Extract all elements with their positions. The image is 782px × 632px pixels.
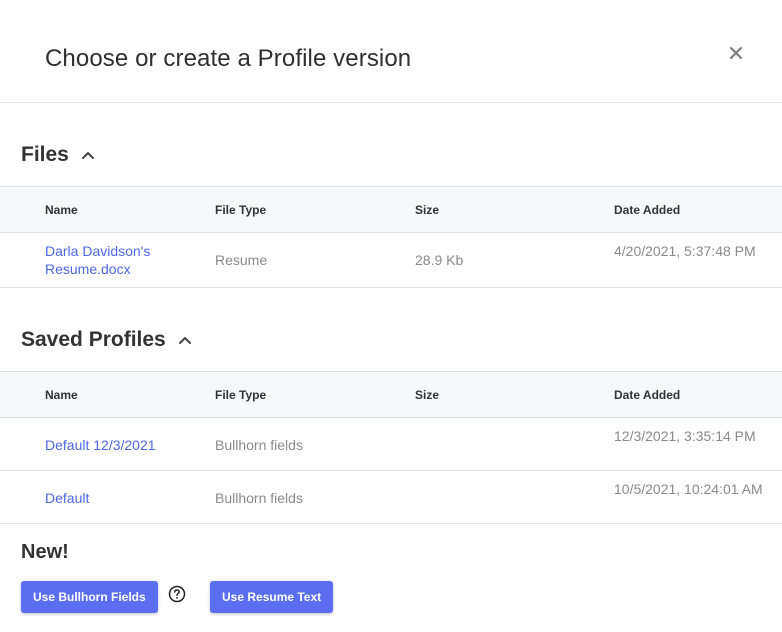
column-header-date-added[interactable]: Date Added bbox=[614, 203, 764, 217]
table-row[interactable]: Default 12/3/2021 Bullhorn fields 12/3/2… bbox=[0, 418, 782, 471]
modal-header: Choose or create a Profile version bbox=[0, 0, 782, 103]
profile-type-cell: Bullhorn fields bbox=[215, 437, 303, 453]
profile-date-cell: 12/3/2021, 3:35:14 PM bbox=[614, 428, 756, 444]
saved-profiles-section-toggle[interactable]: Saved Profiles bbox=[21, 328, 192, 352]
files-table: Name File Type Size Date Added Darla Dav… bbox=[0, 186, 782, 288]
saved-profiles-table-header: Name File Type Size Date Added bbox=[0, 371, 782, 418]
use-resume-text-button[interactable]: Use Resume Text bbox=[210, 581, 334, 613]
help-circle-icon[interactable] bbox=[168, 585, 186, 603]
modal-title: Choose or create a Profile version bbox=[45, 45, 412, 72]
column-header-name[interactable]: Name bbox=[45, 203, 78, 217]
saved-profiles-section-title: Saved Profiles bbox=[21, 328, 166, 351]
column-header-file-type[interactable]: File Type bbox=[215, 203, 266, 217]
column-header-date-added[interactable]: Date Added bbox=[614, 388, 764, 402]
column-header-size[interactable]: Size bbox=[415, 388, 439, 402]
profile-name-link[interactable]: Default bbox=[45, 489, 89, 507]
files-section-toggle[interactable]: Files bbox=[21, 143, 95, 167]
file-date-cell: 4/20/2021, 5:37:48 PM bbox=[614, 243, 756, 259]
table-row[interactable]: Default Bullhorn fields 10/5/2021, 10:24… bbox=[0, 471, 782, 524]
profile-version-modal: Choose or create a Profile version Files… bbox=[0, 0, 782, 632]
table-row[interactable]: Darla Davidson's Resume.docx Resume 28.9… bbox=[0, 233, 782, 288]
chevron-up-icon bbox=[81, 152, 94, 159]
new-section-title: New! bbox=[21, 541, 69, 563]
use-bullhorn-fields-button[interactable]: Use Bullhorn Fields bbox=[21, 581, 158, 613]
file-size-cell: 28.9 Kb bbox=[415, 252, 464, 268]
profile-date-cell: 10/5/2021, 10:24:01 AM bbox=[614, 481, 763, 497]
profile-type-cell: Bullhorn fields bbox=[215, 490, 303, 506]
saved-profiles-table: Name File Type Size Date Added Default 1… bbox=[0, 371, 782, 524]
close-icon[interactable] bbox=[727, 44, 745, 62]
profile-name-link[interactable]: Default 12/3/2021 bbox=[45, 436, 156, 454]
column-header-name[interactable]: Name bbox=[45, 388, 78, 402]
files-table-header: Name File Type Size Date Added bbox=[0, 186, 782, 233]
files-section-title: Files bbox=[21, 143, 69, 166]
file-type-cell: Resume bbox=[215, 252, 268, 268]
column-header-file-type[interactable]: File Type bbox=[215, 388, 266, 402]
column-header-size[interactable]: Size bbox=[415, 203, 439, 217]
chevron-up-icon bbox=[178, 337, 191, 344]
file-name-link[interactable]: Darla Davidson's Resume.docx bbox=[45, 242, 195, 278]
